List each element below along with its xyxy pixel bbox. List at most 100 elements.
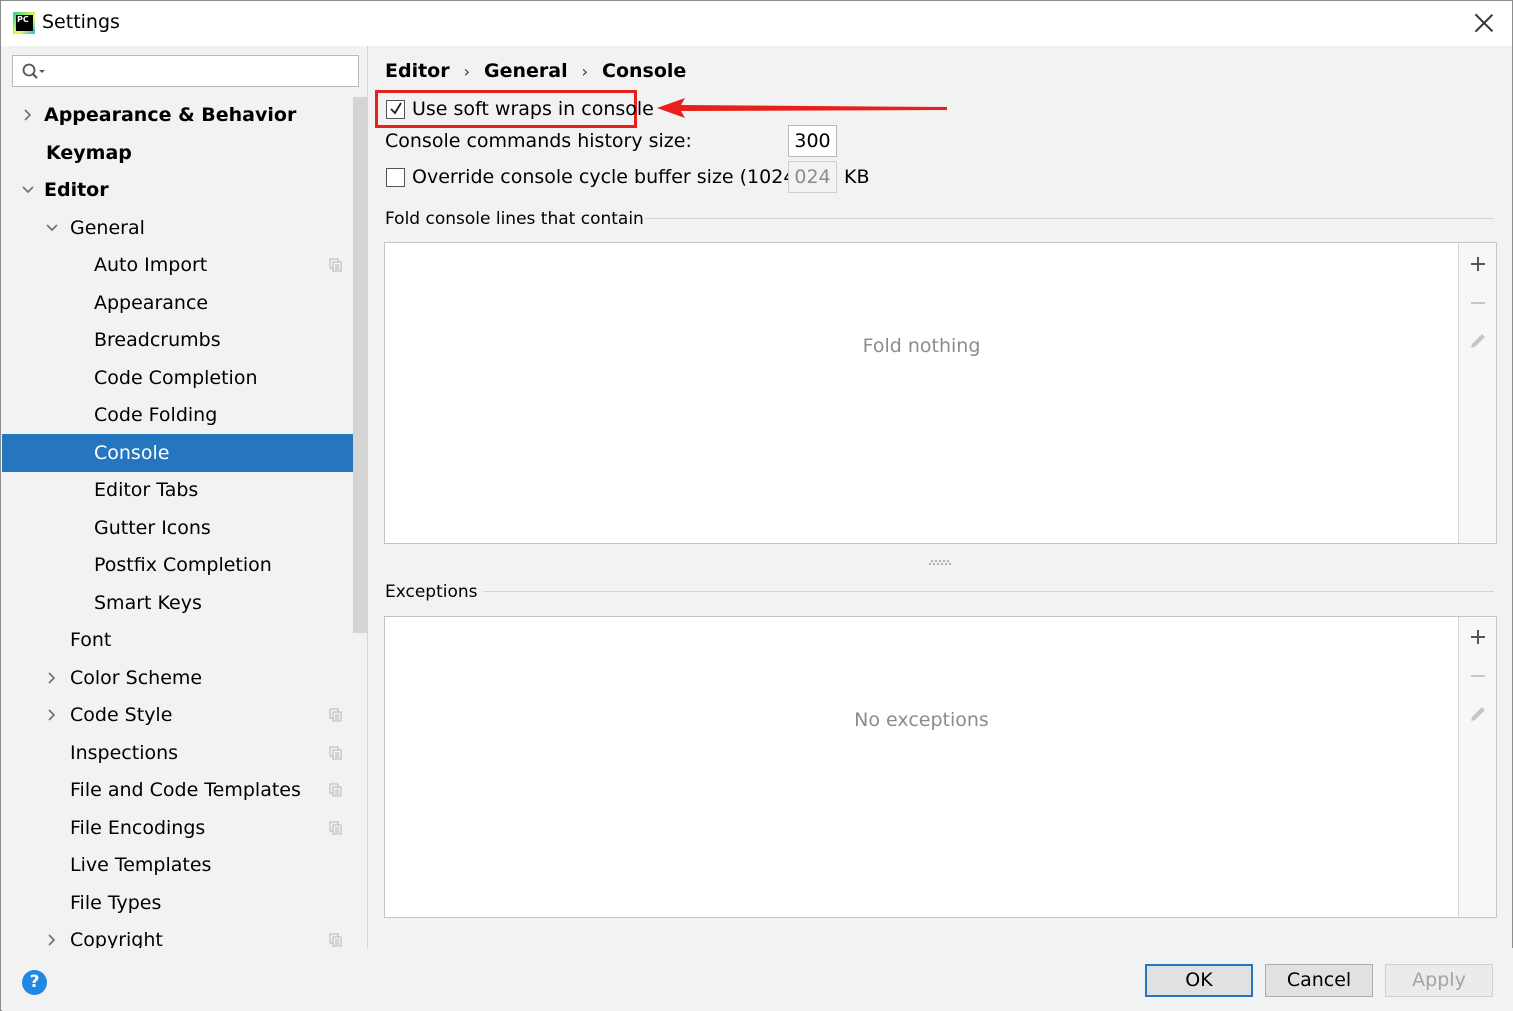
sidebar-item-file-types[interactable]: File Types (2, 884, 354, 922)
sidebar-item-label: Code Folding (94, 404, 218, 426)
sidebar-item-code-completion[interactable]: Code Completion (2, 359, 354, 397)
sidebar-item-label: Auto Import (94, 254, 208, 276)
cycle-buffer-input[interactable]: 024 (788, 161, 837, 193)
fold-lines-list[interactable]: Fold nothing (384, 242, 1497, 544)
annotation-arrow-icon (657, 98, 947, 118)
sidebar-item-inspections[interactable]: Inspections (2, 734, 354, 772)
settings-sidebar: Appearance & Behavior Keymap Editor General… (2, 46, 368, 948)
exceptions-list[interactable]: No exceptions (384, 616, 1497, 918)
fold-list-toolbar (1458, 243, 1496, 543)
breadcrumb-separator-icon: › (463, 62, 471, 81)
search-icon (22, 63, 45, 79)
sidebar-item-label: Copyright (70, 929, 163, 948)
exceptions-list-toolbar (1458, 617, 1496, 917)
sidebar-item-appearance-behavior[interactable]: Appearance & Behavior (2, 96, 354, 134)
sidebar-item-label: File and Code Templates (70, 779, 301, 801)
cancel-button[interactable]: Cancel (1265, 964, 1373, 997)
dialog-button-bar: ? OK Cancel Apply (2, 948, 1513, 1011)
sidebar-item-file-encodings[interactable]: File Encodings (2, 809, 354, 847)
sidebar-item-live-templates[interactable]: Live Templates (2, 846, 354, 884)
ok-button[interactable]: OK (1145, 964, 1253, 997)
breadcrumb-editor[interactable]: Editor (385, 60, 450, 82)
chevron-down-icon[interactable] (22, 184, 34, 196)
exceptions-section-title: Exceptions (385, 582, 478, 602)
sidebar-item-code-folding[interactable]: Code Folding (2, 396, 354, 434)
chevron-right-icon[interactable] (22, 109, 34, 121)
remove-icon[interactable] (1468, 666, 1488, 686)
sidebar-item-label: Code Style (70, 704, 173, 726)
edit-pencil-icon[interactable] (1468, 331, 1488, 351)
sidebar-item-label: Editor (44, 179, 109, 201)
chevron-right-icon[interactable] (46, 671, 58, 684)
history-size-input[interactable]: 300 (788, 125, 837, 157)
settings-search-input[interactable] (12, 55, 359, 87)
exceptions-empty-text: No exceptions (854, 709, 989, 731)
soft-wraps-checkbox[interactable] (386, 100, 405, 119)
sidebar-item-label: General (70, 216, 145, 239)
sidebar-item-breadcrumbs[interactable]: Breadcrumbs (2, 321, 354, 359)
sidebar-item-console[interactable]: Console (2, 433, 367, 472)
sidebar-item-label: Live Templates (70, 854, 212, 876)
add-icon[interactable] (1468, 254, 1488, 274)
sidebar-item-label: Breadcrumbs (94, 329, 221, 351)
sidebar-item-copyright[interactable]: Copyright (2, 921, 354, 948)
checkmark-icon (390, 102, 402, 115)
splitter-grip-icon[interactable] (929, 560, 953, 566)
history-size-label: Console commands history size: (385, 130, 692, 152)
close-icon[interactable] (1472, 11, 1496, 35)
sidebar-item-label: Code Completion (94, 366, 258, 389)
apply-button[interactable]: Apply (1385, 964, 1493, 997)
sidebar-item-label: Postfix Completion (94, 554, 272, 576)
add-icon[interactable] (1468, 627, 1488, 647)
pycharm-logo-icon (13, 12, 35, 34)
fold-section-title: Fold console lines that contain (385, 209, 644, 229)
project-scope-icon (329, 258, 342, 272)
edit-pencil-icon[interactable] (1468, 704, 1488, 724)
cycle-buffer-label[interactable]: Override console cycle buffer size (1024… (412, 166, 834, 188)
window-title: Settings (42, 11, 120, 33)
tree-scrollbar[interactable] (353, 97, 367, 633)
sidebar-item-appearance[interactable]: Appearance (2, 284, 354, 322)
sidebar-item-auto-import[interactable]: Auto Import (2, 246, 354, 284)
fold-empty-text: Fold nothing (862, 335, 981, 357)
sidebar-item-label: Font (70, 629, 112, 651)
cycle-buffer-checkbox[interactable] (386, 168, 405, 187)
sidebar-item-label: Appearance (94, 291, 209, 314)
project-scope-icon (329, 746, 342, 759)
sidebar-item-label: Color Scheme (70, 666, 203, 689)
breadcrumb-general[interactable]: General (484, 60, 568, 82)
project-scope-icon (329, 783, 342, 797)
sidebar-item-gutter-icons[interactable]: Gutter Icons (2, 509, 354, 547)
sidebar-item-label: Gutter Icons (94, 516, 211, 539)
chevron-right-icon[interactable] (46, 709, 58, 721)
chevron-right-icon[interactable] (46, 934, 58, 946)
sidebar-item-editor[interactable]: Editor (2, 171, 354, 209)
fold-section-divider (645, 218, 1494, 219)
help-icon[interactable]: ? (22, 970, 47, 995)
project-scope-icon (329, 821, 342, 834)
sidebar-item-label: File Types (70, 891, 162, 914)
exceptions-section-divider (483, 591, 1494, 592)
breadcrumb-console: Console (602, 60, 687, 82)
sidebar-item-postfix-completion[interactable]: Postfix Completion (2, 546, 354, 584)
console-settings-panel: Editor › General › Console Use soft wraps in… (369, 46, 1512, 948)
soft-wraps-label[interactable]: Use soft wraps in console (412, 98, 654, 120)
remove-icon[interactable] (1468, 293, 1488, 313)
sidebar-item-label: Console (94, 441, 170, 464)
sidebar-item-editor-tabs[interactable]: Editor Tabs (2, 471, 354, 509)
project-scope-icon (329, 933, 342, 947)
title-bar: Settings (1, 1, 1512, 46)
chevron-down-icon[interactable] (46, 222, 58, 234)
sidebar-item-label: Editor Tabs (94, 479, 199, 501)
sidebar-item-keymap[interactable]: Keymap (2, 134, 354, 172)
sidebar-item-general[interactable]: General (2, 209, 354, 247)
sidebar-item-color-scheme[interactable]: Color Scheme (2, 659, 354, 697)
sidebar-item-file-and-code-templates[interactable]: File and Code Templates (2, 771, 354, 809)
sidebar-item-code-style[interactable]: Code Style (2, 696, 354, 734)
cycle-buffer-unit: KB (844, 166, 870, 188)
sidebar-item-smart-keys[interactable]: Smart Keys (2, 584, 354, 622)
sidebar-item-label: Keymap (46, 141, 132, 164)
project-scope-icon (329, 708, 342, 722)
sidebar-item-font[interactable]: Font (2, 621, 354, 659)
sidebar-item-label: Inspections (70, 741, 179, 764)
